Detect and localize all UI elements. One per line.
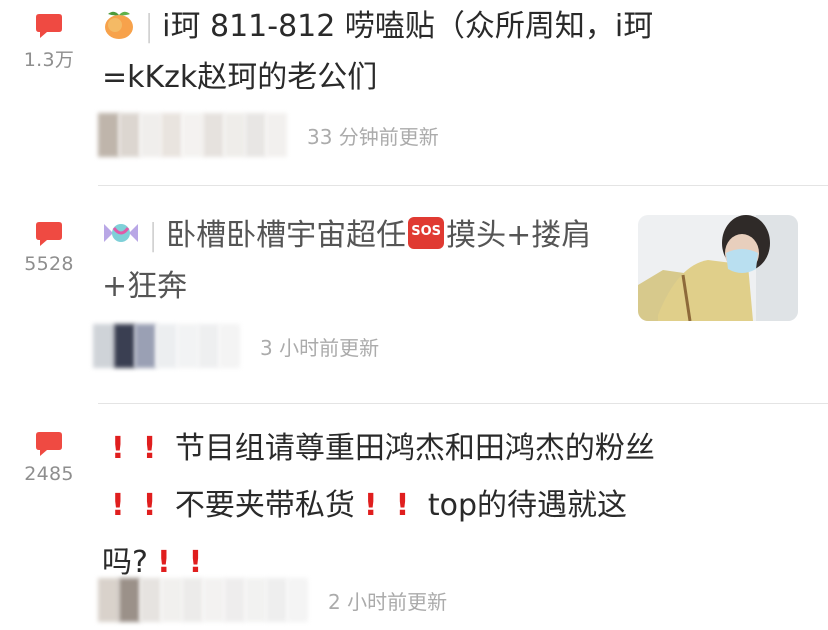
red-exclamation-icon: ! — [188, 545, 203, 580]
red-exclamation-icon: ! — [142, 488, 157, 523]
comment-count-block: 1.3万 — [0, 10, 98, 72]
comment-icon — [36, 432, 62, 456]
meta-row: 3 小时前更新 — [93, 324, 379, 368]
comment-count: 1.3万 — [23, 49, 75, 71]
post-title[interactable]: | 卧槽卧槽宇宙超任 SOS 摸头+搂肩+狂奔 — [102, 210, 622, 312]
feed-item[interactable]: 5528 | 卧槽卧槽宇宙超任 SOS 摸头+搂肩+狂奔 3 小时前更新 — [0, 186, 828, 403]
meta-row: 2 小时前更新 — [98, 578, 447, 622]
red-exclamation-icon: ! — [395, 488, 410, 523]
participant-avatars — [98, 578, 308, 622]
comment-count: 5528 — [24, 253, 74, 275]
comment-count: 2485 — [24, 463, 74, 485]
post-title-text: 吗? — [102, 545, 148, 580]
post-title[interactable]: !! 节目组请尊重田鸿杰和田鸿杰的粉丝 !! 不要夹带私货!! top的待遇就这… — [102, 420, 802, 591]
candy-emoji-icon — [104, 224, 138, 242]
comment-icon — [36, 14, 62, 38]
red-exclamation-icon: ! — [363, 488, 378, 523]
post-thumbnail[interactable] — [638, 215, 798, 321]
post-title-text: i珂 811-812 唠嗑贴（众所周知，i珂=kKzk赵珂的老公们 — [102, 9, 654, 95]
post-title-part1: 卧槽卧槽宇宙超任 — [166, 218, 407, 253]
post-title[interactable]: | i珂 811-812 唠嗑贴（众所周知，i珂=kKzk赵珂的老公们 — [102, 1, 742, 103]
red-exclamation-icon: ! — [156, 545, 171, 580]
comment-count-block: 2485 — [0, 428, 98, 485]
post-title-text: top的待遇就这 — [427, 488, 628, 523]
participant-avatars — [93, 324, 240, 368]
red-exclamation-icon: ! — [111, 431, 125, 466]
update-timestamp: 3 小时前更新 — [260, 335, 380, 360]
sos-badge-icon: SOS — [408, 217, 445, 249]
separator: | — [148, 218, 159, 253]
post-title-text: 不要夹带私货 — [174, 488, 355, 523]
update-timestamp: 2 小时前更新 — [328, 589, 448, 614]
post-title-text: 节目组请尊重田鸿杰和田鸿杰的粉丝 — [174, 431, 655, 466]
participant-avatars — [98, 113, 287, 157]
feed-item[interactable]: 1.3万 | i珂 811-812 唠嗑贴（众所周知，i珂=kKzk赵珂的老公们 … — [0, 0, 828, 185]
meta-row: 33 分钟前更新 — [98, 113, 439, 157]
thumbnail-photo — [638, 215, 798, 321]
red-exclamation-icon: ! — [142, 431, 157, 466]
sos-badge-label: SOS — [411, 224, 441, 239]
comment-icon — [36, 222, 62, 246]
red-exclamation-icon: ! — [111, 488, 125, 523]
peach-emoji-icon — [105, 11, 133, 39]
comment-count-block: 5528 — [0, 218, 98, 275]
update-timestamp: 33 分钟前更新 — [307, 124, 439, 149]
feed-item[interactable]: 2485 !! 节目组请尊重田鸿杰和田鸿杰的粉丝 !! 不要夹带私货!! top… — [0, 404, 828, 630]
separator: | — [144, 9, 155, 44]
